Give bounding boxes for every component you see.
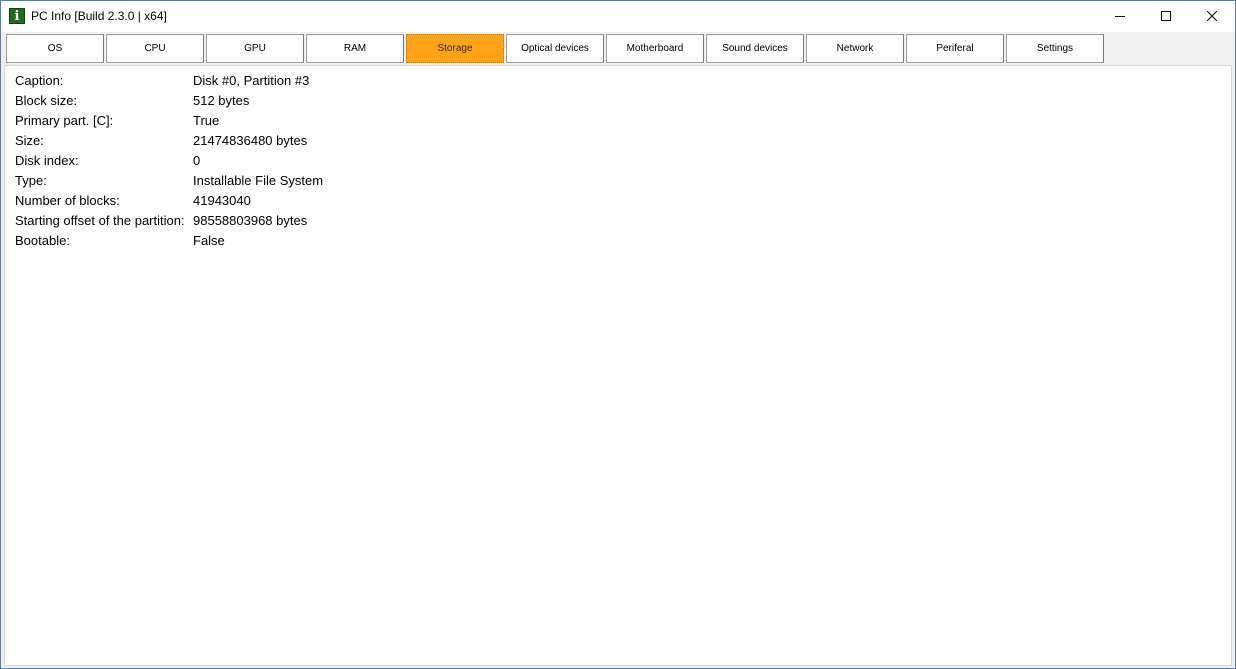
minimize-button[interactable] xyxy=(1097,1,1143,32)
info-label: Caption: xyxy=(15,73,64,88)
info-icon: i xyxy=(9,8,25,24)
info-value: 98558803968 bytes xyxy=(193,213,308,228)
tab-os[interactable]: OS xyxy=(6,34,104,63)
info-row-bootable: Bootable: False xyxy=(15,231,323,251)
info-row-disk-index: Disk index: 0 xyxy=(15,151,323,171)
info-value: 0 xyxy=(193,153,201,168)
tab-settings[interactable]: Settings xyxy=(1006,34,1104,63)
tab-network[interactable]: Network xyxy=(806,34,904,63)
info-label: Type: xyxy=(15,173,47,188)
maximize-icon xyxy=(1161,11,1171,21)
info-row-caption: Caption: Disk #0, Partition #3 xyxy=(15,71,323,91)
info-label: Block size: xyxy=(15,93,78,108)
info-value: False xyxy=(193,233,225,248)
info-label: Number of blocks: xyxy=(15,193,120,208)
window-title: PC Info [Build 2.3.0 | x64] xyxy=(31,9,167,23)
partition-info-list: Caption: Disk #0, Partition #3 Block size… xyxy=(15,71,323,251)
info-value: 41943040 xyxy=(193,193,251,208)
tab-cpu[interactable]: CPU xyxy=(106,34,204,63)
minimize-icon xyxy=(1115,16,1125,17)
info-value: True xyxy=(193,113,220,128)
info-row-block-size: Block size: 512 bytes xyxy=(15,91,323,111)
tab-optical-devices[interactable]: Optical devices xyxy=(506,34,604,63)
info-label: Size: xyxy=(15,133,44,148)
info-value: Disk #0, Partition #3 xyxy=(193,73,310,88)
tab-ram[interactable]: RAM xyxy=(306,34,404,63)
maximize-button[interactable] xyxy=(1143,1,1189,32)
info-row-number-of-blocks: Number of blocks: 41943040 xyxy=(15,191,323,211)
info-label: Bootable: xyxy=(15,233,70,248)
tab-motherboard[interactable]: Motherboard xyxy=(606,34,704,63)
info-value: 512 bytes xyxy=(193,93,250,108)
close-icon xyxy=(1207,11,1217,21)
info-row-size: Size: 21474836480 bytes xyxy=(15,131,323,151)
info-value: 21474836480 bytes xyxy=(193,133,308,148)
tab-bar: OS CPU GPU RAM Storage Optical devices M… xyxy=(4,34,1232,65)
app-window: i PC Info [Build 2.3.0 | x64] OS CPU GPU… xyxy=(0,0,1236,669)
tab-storage[interactable]: Storage xyxy=(406,34,504,63)
info-row-primary-part: Primary part. [C]: True xyxy=(15,111,323,131)
storage-details-panel: Caption: Disk #0, Partition #3 Block size… xyxy=(4,65,1232,666)
info-value: Installable File System xyxy=(193,173,324,188)
info-label: Disk index: xyxy=(15,153,79,168)
info-row-type: Type: Installable File System xyxy=(15,171,323,191)
tab-sound-devices[interactable]: Sound devices xyxy=(706,34,804,63)
info-label: Primary part. [C]: xyxy=(15,113,114,128)
title-bar[interactable]: i PC Info [Build 2.3.0 | x64] xyxy=(1,1,1235,32)
info-row-starting-offset: Starting offset of the partition: 9855880… xyxy=(15,211,323,231)
tab-periferal[interactable]: Periferal xyxy=(906,34,1004,63)
close-button[interactable] xyxy=(1189,1,1235,32)
info-label: Starting offset of the partition: xyxy=(15,213,185,228)
tab-gpu[interactable]: GPU xyxy=(206,34,304,63)
